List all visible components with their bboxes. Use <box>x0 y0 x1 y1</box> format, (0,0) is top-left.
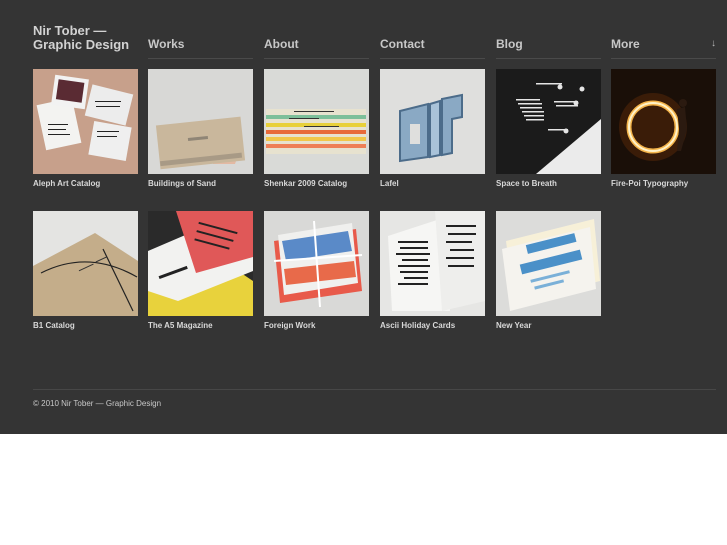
site-title-line2: Graphic Design <box>33 37 130 52</box>
nav-blog[interactable]: Blog <box>496 37 601 59</box>
work-thumbnail[interactable] <box>496 211 601 316</box>
work-caption[interactable]: B1 Catalog <box>33 321 148 330</box>
site-title-line1: Nir Tober — <box>33 23 107 38</box>
nav-more-label: More <box>611 37 640 51</box>
work-thumbnail[interactable] <box>264 69 369 174</box>
nav-contact[interactable]: Contact <box>380 37 485 59</box>
work-thumbnail[interactable] <box>380 211 485 316</box>
work-caption[interactable]: Fire-Poi Typography <box>611 179 726 188</box>
nav-works-label: Works <box>148 37 185 51</box>
nav-works[interactable]: Works <box>148 37 253 59</box>
work-thumbnail[interactable] <box>33 211 138 316</box>
site-title[interactable]: Nir Tober — Graphic Design <box>33 24 145 52</box>
work-thumbnail[interactable] <box>380 69 485 174</box>
work-thumbnail[interactable] <box>264 211 369 316</box>
work-caption[interactable]: Foreign Work <box>264 321 379 330</box>
work-thumbnail[interactable] <box>148 69 253 174</box>
work-caption[interactable]: Space to Breath <box>496 179 611 188</box>
work-thumbnail[interactable] <box>496 69 601 174</box>
work-caption[interactable]: Shenkar 2009 Catalog <box>264 179 379 188</box>
page: Nir Tober — Graphic Design Works About C… <box>0 0 727 434</box>
nav-more[interactable]: More ↓ <box>611 37 716 59</box>
work-thumbnail[interactable] <box>33 69 138 174</box>
arrow-down-icon: ↓ <box>711 38 716 49</box>
nav-contact-label: Contact <box>380 37 425 51</box>
nav-about[interactable]: About <box>264 37 369 59</box>
work-caption[interactable]: Lafel <box>380 179 495 188</box>
work-caption[interactable]: Buildings of Sand <box>148 179 263 188</box>
footer-copyright: © 2010 Nir Tober — Graphic Design <box>33 399 162 408</box>
work-thumbnail[interactable] <box>148 211 253 316</box>
work-thumbnail[interactable] <box>611 69 716 174</box>
work-caption[interactable]: Aleph Art Catalog <box>33 179 148 188</box>
footer-divider <box>33 389 716 390</box>
nav-about-label: About <box>264 37 299 51</box>
work-caption[interactable]: New Year <box>496 321 611 330</box>
nav-blog-label: Blog <box>496 37 523 51</box>
work-caption[interactable]: Ascii Holiday Cards <box>380 321 495 330</box>
work-caption[interactable]: The A5 Magazine <box>148 321 263 330</box>
